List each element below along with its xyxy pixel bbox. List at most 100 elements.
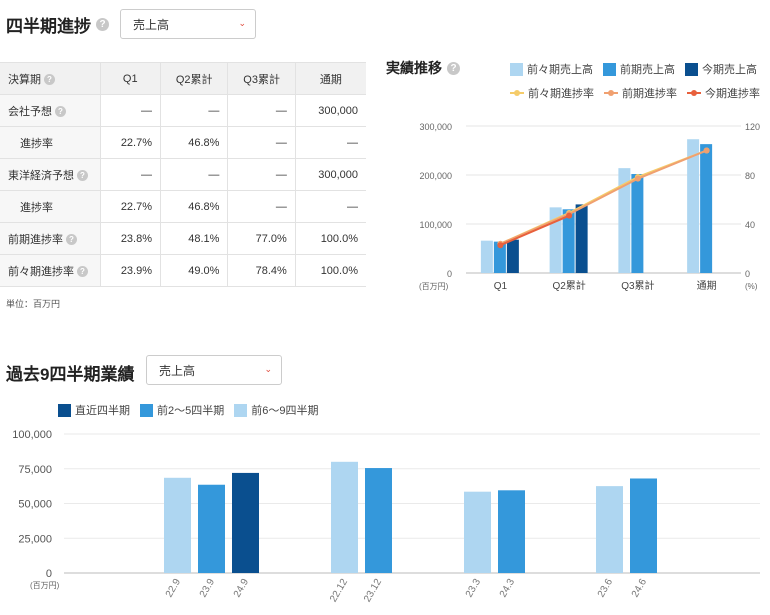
table-cell: 300,000 (294, 94, 366, 127)
table-cell: 100.0% (294, 222, 366, 255)
bar (331, 461, 358, 573)
line-series (499, 149, 708, 245)
legend-item: 前期売上高 (603, 61, 675, 77)
bar (464, 491, 491, 573)
progress-table: 決算期? Q1 Q2累計 Q3累計 通期 会社予想? — — —300,000 進捗率 22.7% 4… (0, 62, 366, 287)
left-unit-label: (百万円) (419, 282, 449, 291)
table-cell: 77.0% (227, 222, 296, 255)
legend-item: 前2〜5四半期 (140, 402, 224, 418)
table-cell: — (227, 158, 296, 191)
table-cell: — (99, 158, 161, 191)
y-tick-label: 200,000 (419, 171, 452, 181)
x-tick-label: 24.3 (498, 577, 517, 600)
line-point (703, 147, 710, 154)
row-label: 進捗率 (0, 190, 100, 223)
x-tick-label: Q1 (494, 281, 508, 292)
table-cell: 300,000 (294, 158, 366, 191)
x-tick-label: 24.9 (232, 577, 251, 600)
legend-item: 直近四半期 (58, 402, 130, 418)
y-tick-label: 0 (447, 269, 452, 279)
table-cell: 48.1% (160, 222, 228, 255)
table-header-row: 決算期? Q1 Q2累計 Q3累計 通期 (0, 62, 366, 95)
metric-select-top[interactable]: 売上高 ⌄ (120, 9, 256, 39)
unit-note: 単位：百万円 (6, 299, 61, 309)
trend-bar-legend: 前々期売上高 前期売上高 今期売上高 (510, 61, 757, 77)
table-cell: — (99, 94, 161, 127)
table-row: 前々期進捗率? 23.9% 49.0% 78.4% 100.0% (0, 254, 366, 287)
table-cell: 49.0% (160, 254, 228, 287)
bar (506, 239, 519, 273)
table-cell: 78.4% (227, 254, 296, 287)
table-cell: 46.8% (160, 126, 228, 159)
help-icon[interactable]: ? (66, 234, 77, 246)
legend-item: 前々期売上高 (510, 61, 593, 77)
bar (562, 209, 575, 273)
bar (631, 174, 644, 273)
table-cell: — (227, 94, 296, 127)
legend-item: 今期進捗率 (687, 85, 760, 101)
header-cell: Q3累計 (227, 62, 296, 95)
chevron-down-icon: ⌄ (238, 18, 246, 28)
y-tick-label: 75,000 (18, 464, 52, 476)
y2-tick-label: 120 (745, 122, 760, 132)
y-tick-label: 0 (46, 568, 52, 580)
bar (232, 472, 259, 573)
help-icon[interactable]: ? (77, 170, 88, 182)
table-row: 進捗率 22.7% 46.8% — — (0, 190, 366, 223)
past-quarters-chart: 0 25,000 50,000 75,000 100,000 (百万円) 22.9 23.9 2… (12, 429, 760, 605)
table-row: 前期進捗率? 23.8% 48.1% 77.0% 100.0% (0, 222, 366, 255)
y-unit-label: (百万円) (30, 581, 60, 590)
row-label: 会社予想? (0, 94, 100, 127)
past-quarters-title: 過去9四半期業績 (6, 365, 135, 384)
past-quarters-legend: 直近四半期 前2〜5四半期 前6〜9四半期 (58, 402, 329, 418)
table-cell: — (294, 190, 366, 223)
table-cell: 100.0% (294, 254, 366, 287)
row-label: 前期進捗率? (0, 222, 100, 255)
table-cell: — (294, 126, 366, 159)
header-cell: 通期 (294, 62, 366, 95)
table-row: 東洋経済予想? — — —300,000 (0, 158, 366, 191)
x-tick-label: 22.12 (328, 577, 350, 605)
legend-item: 前期進捗率 (604, 85, 677, 101)
table-cell: 23.9% (99, 254, 161, 287)
metric-select-bottom[interactable]: 売上高 ⌄ (146, 355, 282, 385)
table-cell: 22.7% (99, 190, 161, 223)
help-icon[interactable]: ? (55, 106, 66, 118)
bar (164, 477, 191, 573)
line-point (497, 242, 504, 249)
bar (630, 478, 657, 573)
help-icon[interactable]: ? (44, 74, 55, 86)
quarter-progress-title: 四半期進捗 ? (6, 12, 109, 37)
x-tick-label: 22.9 (164, 577, 183, 600)
bar (498, 490, 525, 573)
x-tick-label: 23.6 (596, 577, 615, 600)
bar (480, 240, 493, 273)
y-tick-label: 100,000 (12, 429, 52, 441)
x-tick-label: 23.3 (464, 577, 483, 600)
header-cell: Q1 (99, 62, 161, 95)
bar (596, 486, 623, 573)
legend-item: 前々期進捗率 (510, 85, 594, 101)
legend-item: 前6〜9四半期 (234, 402, 319, 418)
table-cell: — (160, 94, 228, 127)
x-tick-label: 23.9 (198, 577, 217, 600)
help-icon[interactable]: ? (77, 266, 88, 278)
y-tick-label: 300,000 (419, 122, 452, 132)
y2-tick-label: 0 (745, 269, 750, 279)
help-icon[interactable]: ? (96, 18, 109, 31)
results-trend-chart: 0 100,000 200,000 300,000 0 40 80 120 (百万円) (%) Q1… (419, 122, 760, 292)
legend-item: 今期売上高 (685, 61, 757, 77)
x-tick-label: Q2累計 (552, 279, 585, 292)
y-tick-label: 50,000 (18, 499, 52, 511)
line-point (566, 212, 573, 219)
y2-tick-label: 80 (745, 171, 755, 181)
y-tick-label: 25,000 (18, 533, 52, 545)
bar (198, 484, 225, 573)
y-tick-label: 100,000 (419, 220, 452, 230)
bar (575, 204, 588, 273)
table-cell: 46.8% (160, 190, 228, 223)
help-icon[interactable]: ? (447, 61, 460, 75)
table-cell: 23.8% (99, 222, 161, 255)
header-cell: Q2累計 (160, 62, 228, 95)
table-cell: — (227, 126, 296, 159)
